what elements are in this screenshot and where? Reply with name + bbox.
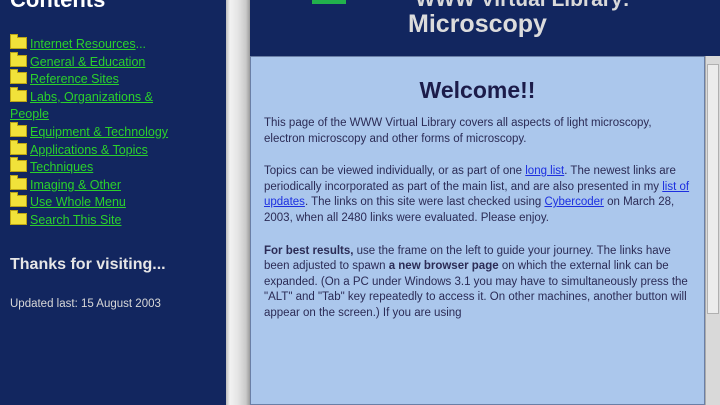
- folder-icon: [10, 34, 27, 49]
- nav-link[interactable]: Reference Sites: [30, 72, 119, 86]
- nav-link[interactable]: Applications & Topics: [30, 143, 148, 157]
- nav-item-use-whole-menu[interactable]: Use Whole Menu: [10, 192, 222, 212]
- folder-icon: [10, 51, 27, 67]
- thanks-text: Thanks for visiting...: [10, 256, 166, 273]
- contents-nav: Internet Resources... General & Educatio…: [10, 34, 222, 230]
- welcome-heading: Welcome!!: [419, 77, 536, 103]
- contents-frame: Contents Internet Resources... General &…: [0, 0, 226, 405]
- main-frame: WWW Virtual Library: Microscopy Welcome!…: [250, 0, 720, 405]
- nav-link-continued[interactable]: People: [10, 107, 49, 121]
- frame-divider[interactable]: [226, 0, 250, 405]
- folder-icon: [10, 121, 27, 137]
- nav-link[interactable]: Imaging & Other: [30, 178, 121, 192]
- nav-link[interactable]: Search This Site: [30, 213, 121, 227]
- scrollbar-thumb[interactable]: [707, 64, 719, 314]
- nav-item-reference-sites[interactable]: Reference Sites: [10, 69, 222, 89]
- cybercoder-link[interactable]: Cybercoder: [544, 196, 603, 208]
- updated-date: Updated last: 15 August 2003: [10, 298, 161, 310]
- nav-link[interactable]: General & Education: [30, 55, 145, 69]
- folder-icon: [10, 174, 27, 190]
- nav-item-labs-organizations-people[interactable]: Labs, Organizations & People: [10, 86, 222, 124]
- site-banner: WWW Virtual Library: Microscopy: [250, 0, 705, 50]
- nav-item-search-this-site[interactable]: Search This Site: [10, 209, 222, 230]
- contents-heading: Contents: [10, 0, 105, 13]
- nav-item-general-education[interactable]: General & Education: [10, 51, 222, 72]
- folder-icon: [10, 209, 27, 225]
- folder-icon: [10, 192, 27, 208]
- topics-paragraph: Topics can be viewed individually, or as…: [264, 165, 690, 224]
- site-title-line2: Microscopy: [408, 10, 547, 38]
- nav-link[interactable]: Equipment & Technology: [30, 125, 168, 139]
- welcome-panel: Welcome!! This page of the WWW Virtual L…: [250, 56, 705, 405]
- nav-link[interactable]: Labs, Organizations &: [30, 90, 153, 104]
- nav-item-techniques[interactable]: Techniques: [10, 157, 222, 177]
- content-scrollbar[interactable]: [705, 56, 720, 405]
- nav-item-imaging-other[interactable]: Imaging & Other: [10, 174, 222, 195]
- nav-link[interactable]: Use Whole Menu: [30, 195, 126, 209]
- folder-icon: [10, 69, 27, 85]
- intro-paragraph: This page of the WWW Virtual Library cov…: [264, 117, 652, 145]
- folder-icon: [10, 157, 27, 173]
- folder-icon: [10, 86, 27, 102]
- nav-link[interactable]: Internet Resources: [30, 37, 136, 51]
- folder-icon: [10, 139, 27, 155]
- nav-link[interactable]: Techniques: [30, 160, 93, 174]
- long-list-link[interactable]: long list: [525, 165, 564, 177]
- best-results-paragraph: For best results, use the frame on the l…: [264, 244, 688, 319]
- nav-item-applications-topics[interactable]: Applications & Topics: [10, 139, 222, 160]
- nav-item-equipment-technology[interactable]: Equipment & Technology: [10, 121, 222, 142]
- nav-item-internet-resources[interactable]: Internet Resources...: [10, 34, 222, 54]
